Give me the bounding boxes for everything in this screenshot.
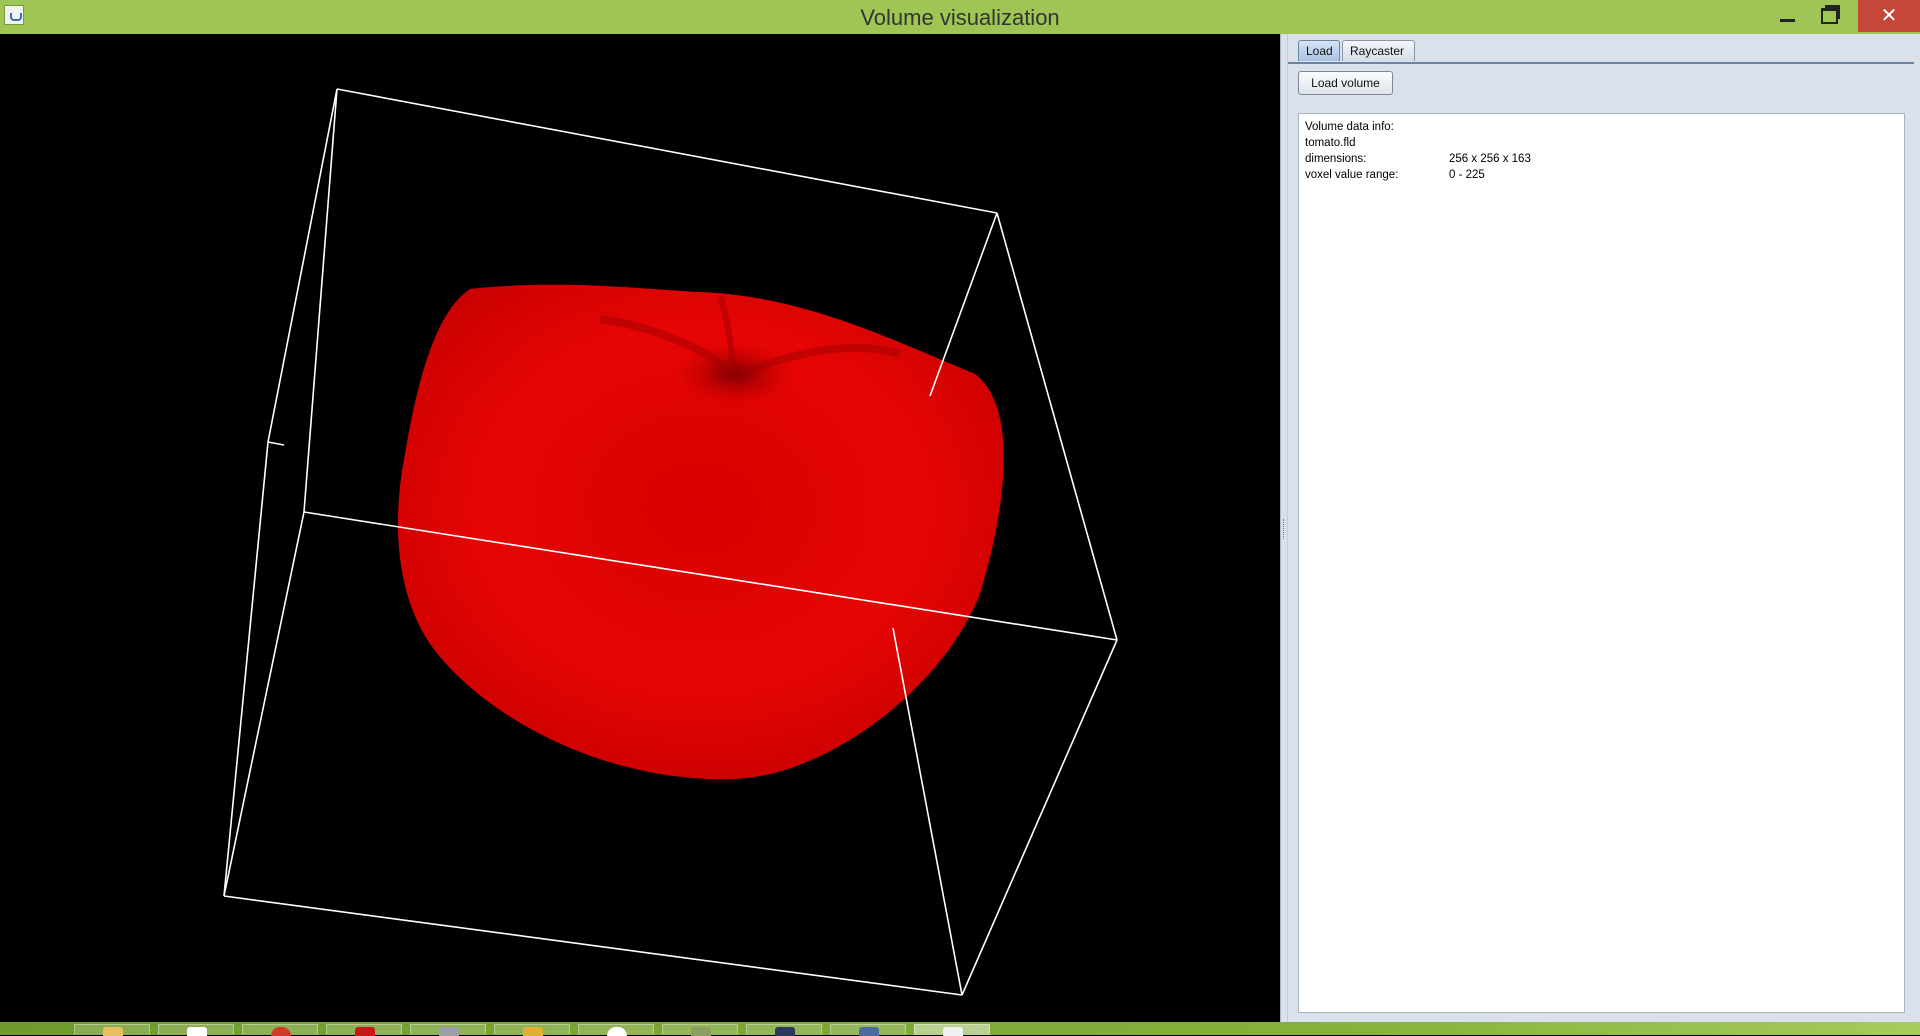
- info-key: dimensions:: [1305, 153, 1367, 165]
- info-filename: tomato.fld: [1305, 137, 1356, 149]
- info-key: voxel value range:: [1305, 169, 1399, 181]
- document-icon[interactable]: [158, 1024, 234, 1036]
- window-app-icon[interactable]: [830, 1024, 906, 1036]
- splitter-grip-icon: [1283, 519, 1286, 539]
- tab-raycaster[interactable]: Raycaster: [1342, 40, 1415, 61]
- close-icon: ✕: [1880, 5, 1898, 27]
- red-app-icon-2[interactable]: [326, 1024, 402, 1036]
- app-icon-5[interactable]: [410, 1024, 486, 1036]
- tab-load[interactable]: Load: [1298, 40, 1340, 61]
- minimize-icon: [1780, 19, 1795, 22]
- info-row-dimensions: dimensions: 256 x 256 x 163: [1305, 151, 1898, 167]
- maximize-button[interactable]: [1805, 0, 1851, 32]
- shield-icon[interactable]: [746, 1024, 822, 1036]
- close-button[interactable]: ✕: [1858, 0, 1920, 32]
- volume-info-textarea[interactable]: Volume data info: tomato.fld dimensions:…: [1298, 113, 1905, 1013]
- control-panel: Load Raycaster Load volume Volume data i…: [1288, 34, 1920, 1022]
- window-title: Volume visualization: [860, 5, 1060, 30]
- title-bar: Volume visualization ✕: [0, 0, 1920, 34]
- info-heading: Volume data info:: [1305, 121, 1394, 133]
- file-explorer-icon[interactable]: [74, 1024, 150, 1036]
- info-row-voxel-range: voxel value range: 0 - 225: [1305, 167, 1898, 183]
- split-pane-divider[interactable]: [1280, 34, 1288, 1022]
- java-app-icon[interactable]: [914, 1024, 990, 1036]
- info-value: 0 - 225: [1449, 169, 1485, 181]
- tab-strip: Load Raycaster: [1288, 38, 1914, 64]
- red-app-icon[interactable]: [242, 1024, 318, 1036]
- render-canvas: [223, 88, 1118, 996]
- maximize-icon: [1821, 8, 1838, 24]
- load-volume-button[interactable]: Load volume: [1298, 71, 1393, 95]
- taskbar: [0, 1022, 1920, 1036]
- app-icon-7[interactable]: [578, 1024, 654, 1036]
- minimize-button[interactable]: [1764, 0, 1810, 32]
- render-viewport[interactable]: [0, 34, 1280, 1022]
- app-icon-6[interactable]: [494, 1024, 570, 1036]
- app-icon-8[interactable]: [662, 1024, 738, 1036]
- info-value: 256 x 256 x 163: [1449, 153, 1531, 165]
